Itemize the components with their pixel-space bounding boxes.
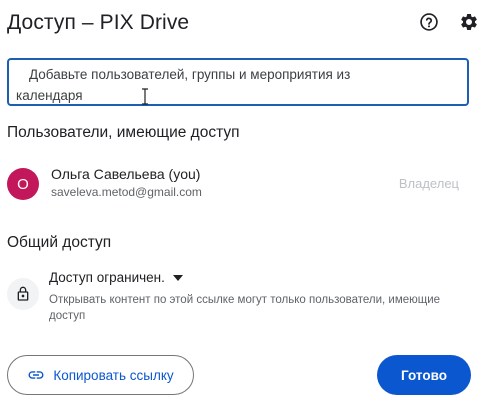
avatar: О xyxy=(7,168,39,200)
access-level-dropdown[interactable]: Доступ ограничен. xyxy=(49,270,183,285)
done-label: Готово xyxy=(401,367,447,383)
copy-link-label: Копировать ссылку xyxy=(53,367,174,383)
lock-icon xyxy=(7,278,39,310)
copy-link-button[interactable]: Копировать ссылку xyxy=(7,355,194,395)
placeholder-line-2: календаря xyxy=(16,88,83,103)
general-access-row: Доступ ограничен. Открывать контент по э… xyxy=(7,266,477,326)
user-role: Владелец xyxy=(398,176,459,191)
user-name: Ольга Савельева (you) xyxy=(51,166,201,182)
access-description: Открывать контент по этой ссылке могут т… xyxy=(49,294,441,322)
dialog-title: Доступ – PIX Drive xyxy=(7,11,190,34)
user-row: О Ольга Савельева (you) saveleva.metod@g… xyxy=(7,164,477,204)
gear-icon[interactable] xyxy=(457,10,481,34)
placeholder-line-1: Добавьте пользователей, группы и меропри… xyxy=(29,67,351,82)
dialog-header: Доступ – PIX Drive xyxy=(7,8,481,38)
dropdown-arrow-icon xyxy=(172,274,183,281)
people-with-access-title: Пользователи, имеющие доступ xyxy=(7,124,240,141)
access-level-label: Доступ ограничен. xyxy=(49,270,165,285)
link-icon xyxy=(28,371,44,379)
general-access-title: Общий доступ xyxy=(7,234,112,251)
add-people-placeholder: Добавьте пользователей, группы и меропри… xyxy=(16,64,457,106)
share-dialog: Доступ – PIX Drive Добавьте пользователе… xyxy=(0,0,493,408)
done-button[interactable]: Готово xyxy=(377,355,471,395)
help-circle-icon[interactable] xyxy=(417,10,441,34)
header-actions xyxy=(417,10,481,34)
text-cursor-icon xyxy=(142,88,148,105)
user-email: saveleva.metod@gmail.com xyxy=(51,185,202,199)
add-people-input[interactable]: Добавьте пользователей, группы и меропри… xyxy=(7,58,469,106)
